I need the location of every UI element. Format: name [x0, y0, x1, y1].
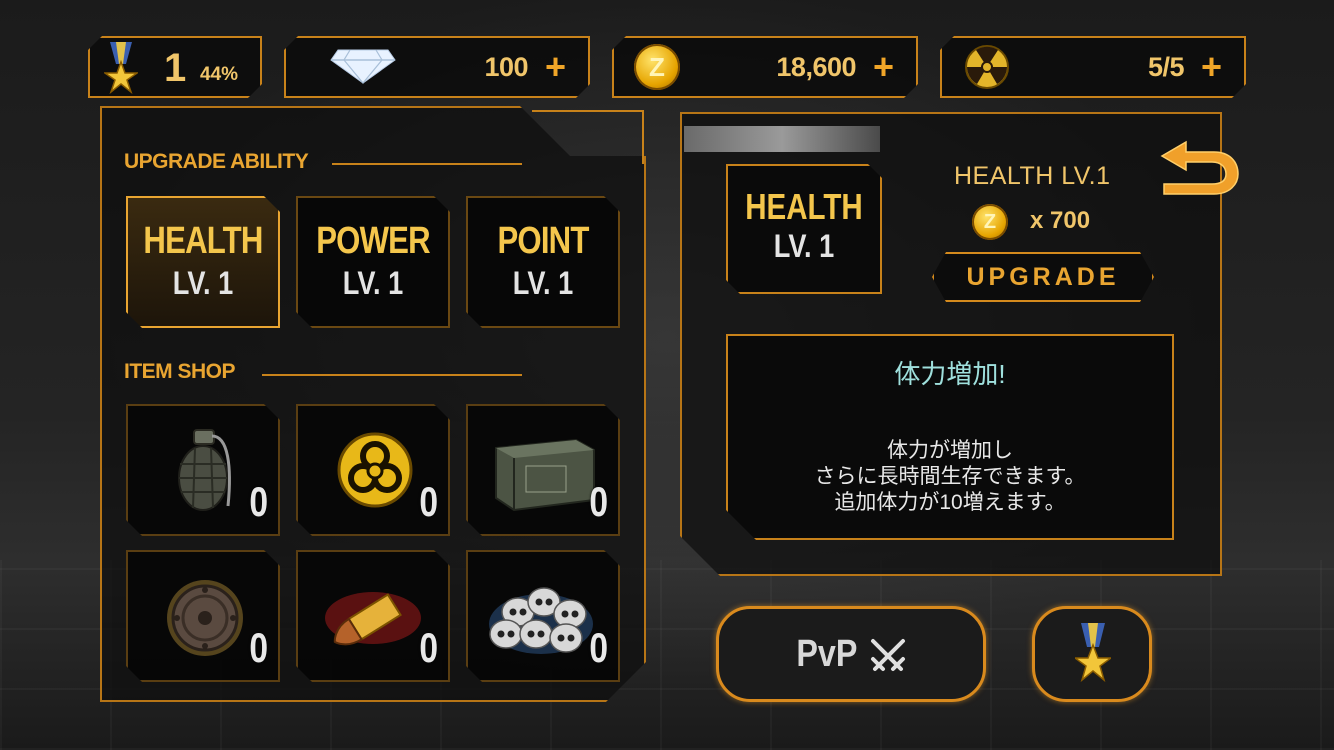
coin-icon: Z — [634, 44, 680, 90]
crossed-swords-icon — [871, 639, 905, 671]
ability-name: POWER — [316, 220, 430, 262]
ability-name: POINT — [497, 220, 589, 262]
ammo-box-icon — [490, 426, 600, 514]
description-box: 体力増加! 体力が増加し さらに長時間生存できます。 追加体力が10増えます。 — [726, 334, 1174, 540]
item-biohazard-button[interactable]: 0 — [296, 404, 450, 536]
item-ammo-box-button[interactable]: 0 — [466, 404, 620, 536]
item-shop-title-line — [262, 374, 522, 376]
ability-health-button[interactable]: HEALTH LV. 1 — [126, 196, 280, 328]
bullet-icon — [318, 572, 428, 660]
description-title: 体力増加! — [894, 359, 1006, 389]
item-count: 0 — [588, 478, 608, 525]
upgrade-cost: x 700 — [1030, 207, 1091, 234]
cost-coin-icon: Z — [972, 204, 1008, 240]
ability-name: HEALTH — [143, 220, 263, 262]
rank-percent: 44% — [200, 64, 239, 85]
skulls-icon — [486, 572, 596, 660]
shield-icon — [166, 572, 244, 660]
description-line: 追加体力が10増えます。 — [834, 491, 1066, 514]
description-text: 体力が増加し さらに長時間生存できます。 追加体力が10増えます。 — [728, 438, 1172, 516]
rank-level: 1 — [164, 46, 187, 90]
coins-value: 18,600 — [776, 52, 856, 82]
item-count: 0 — [418, 624, 438, 671]
energy-chip[interactable]: 5/5 + — [940, 36, 1246, 98]
ability-level: LV. 1 — [172, 265, 234, 301]
detail-panel-header-bar — [684, 126, 880, 152]
item-shop-title: ITEM SHOP — [124, 360, 236, 383]
detail-card-level: LV. 1 — [773, 228, 835, 264]
upgrade-title-line — [332, 163, 522, 165]
description-line: さらに長時間生存できます。 — [814, 465, 1086, 488]
medal-icon — [104, 42, 138, 96]
coins-add-button[interactable]: + — [873, 46, 894, 88]
energy-value: 5/5 — [1147, 52, 1184, 82]
medal-icon — [1075, 623, 1111, 683]
detail-card-name: HEALTH — [745, 186, 863, 227]
diamond-icon — [330, 48, 396, 84]
ability-level: LV. 1 — [342, 265, 404, 301]
upgrade-button[interactable]: UPGRADE — [932, 252, 1154, 302]
item-skulls-button[interactable]: 0 — [466, 550, 620, 682]
item-count: 0 — [418, 478, 438, 525]
detail-ability-card: HEALTH LV. 1 — [726, 164, 882, 294]
coins-chip[interactable]: Z 18,600 + — [612, 36, 918, 98]
item-bullet-button[interactable]: 0 — [296, 550, 450, 682]
detail-title: HEALTH LV.1 — [954, 162, 1111, 190]
item-count: 0 — [248, 478, 268, 525]
ability-level: LV. 1 — [512, 265, 574, 301]
pvp-button[interactable]: PvP — [716, 606, 986, 702]
item-shield-button[interactable]: 0 — [126, 550, 280, 682]
ability-power-button[interactable]: POWER LV. 1 — [296, 196, 450, 328]
item-count: 0 — [588, 624, 608, 671]
ability-point-button[interactable]: POINT LV. 1 — [466, 196, 620, 328]
achievements-button[interactable] — [1032, 606, 1152, 702]
gems-add-button[interactable]: + — [545, 46, 566, 88]
radiation-icon — [964, 44, 1010, 90]
left-panel-tab — [532, 110, 644, 164]
description-line: 体力が増加し — [887, 439, 1013, 462]
gems-chip[interactable]: 100 + — [284, 36, 590, 98]
back-arrow-icon[interactable] — [1156, 132, 1242, 196]
item-grenade-button[interactable]: 0 — [126, 404, 280, 536]
pvp-label: PvP — [796, 633, 858, 675]
gems-value: 100 — [484, 52, 528, 82]
upgrade-ability-title: UPGRADE ABILITY — [124, 150, 309, 173]
biohazard-icon — [336, 426, 414, 514]
grenade-icon — [166, 426, 244, 514]
rank-chip: 1 44% — [88, 36, 262, 98]
energy-add-button[interactable]: + — [1201, 46, 1222, 88]
item-count: 0 — [248, 624, 268, 671]
